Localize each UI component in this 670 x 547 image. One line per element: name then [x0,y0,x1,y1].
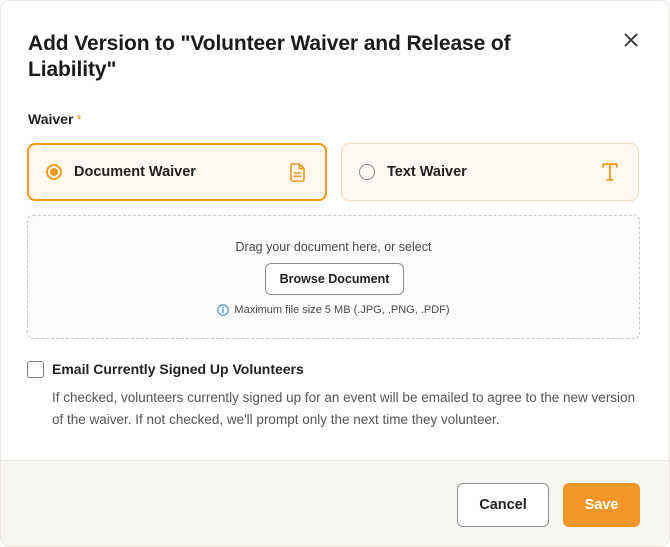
save-button[interactable]: Save [563,483,640,527]
email-volunteers-help: If checked, volunteers currently signed … [52,390,636,427]
dialog-footer: Cancel Save [1,460,669,546]
browse-document-button[interactable]: Browse Document [265,263,404,295]
email-volunteers-checkbox[interactable] [27,361,44,378]
document-waiver-radio[interactable] [46,164,62,180]
email-volunteers-label[interactable]: Email Currently Signed Up Volunteers [52,361,304,377]
document-icon [290,162,305,182]
add-version-dialog: Add Version to "Volunteer Waiver and Rel… [0,0,670,547]
text-waiver-radio[interactable] [359,164,375,180]
waiver-label: Waiver * [28,111,81,127]
drag-instructions: Drag your document here, or select [235,240,432,254]
text-waiver-label: Text Waiver [387,164,467,180]
cancel-button[interactable]: Cancel [457,483,549,527]
text-icon [602,163,618,181]
info-icon [217,304,230,316]
dialog-title: Add Version to "Volunteer Waiver and Rel… [28,32,511,81]
document-waiver-option[interactable]: Document Waiver [27,143,327,201]
max-file-size-text: Maximum file size 5 MB (.JPG, .PNG, .PDF… [234,304,450,316]
close-icon [624,33,638,47]
waiver-label-text: Waiver [28,111,74,127]
text-waiver-option[interactable]: Text Waiver [341,143,639,201]
close-button[interactable] [620,29,642,51]
document-waiver-label: Document Waiver [74,164,196,180]
max-file-size-note: Maximum file size 5 MB (.JPG, .PNG, .PDF… [28,304,639,316]
upload-dropzone[interactable]: Drag your document here, or select Brows… [27,215,640,339]
required-mark: * [76,112,82,127]
